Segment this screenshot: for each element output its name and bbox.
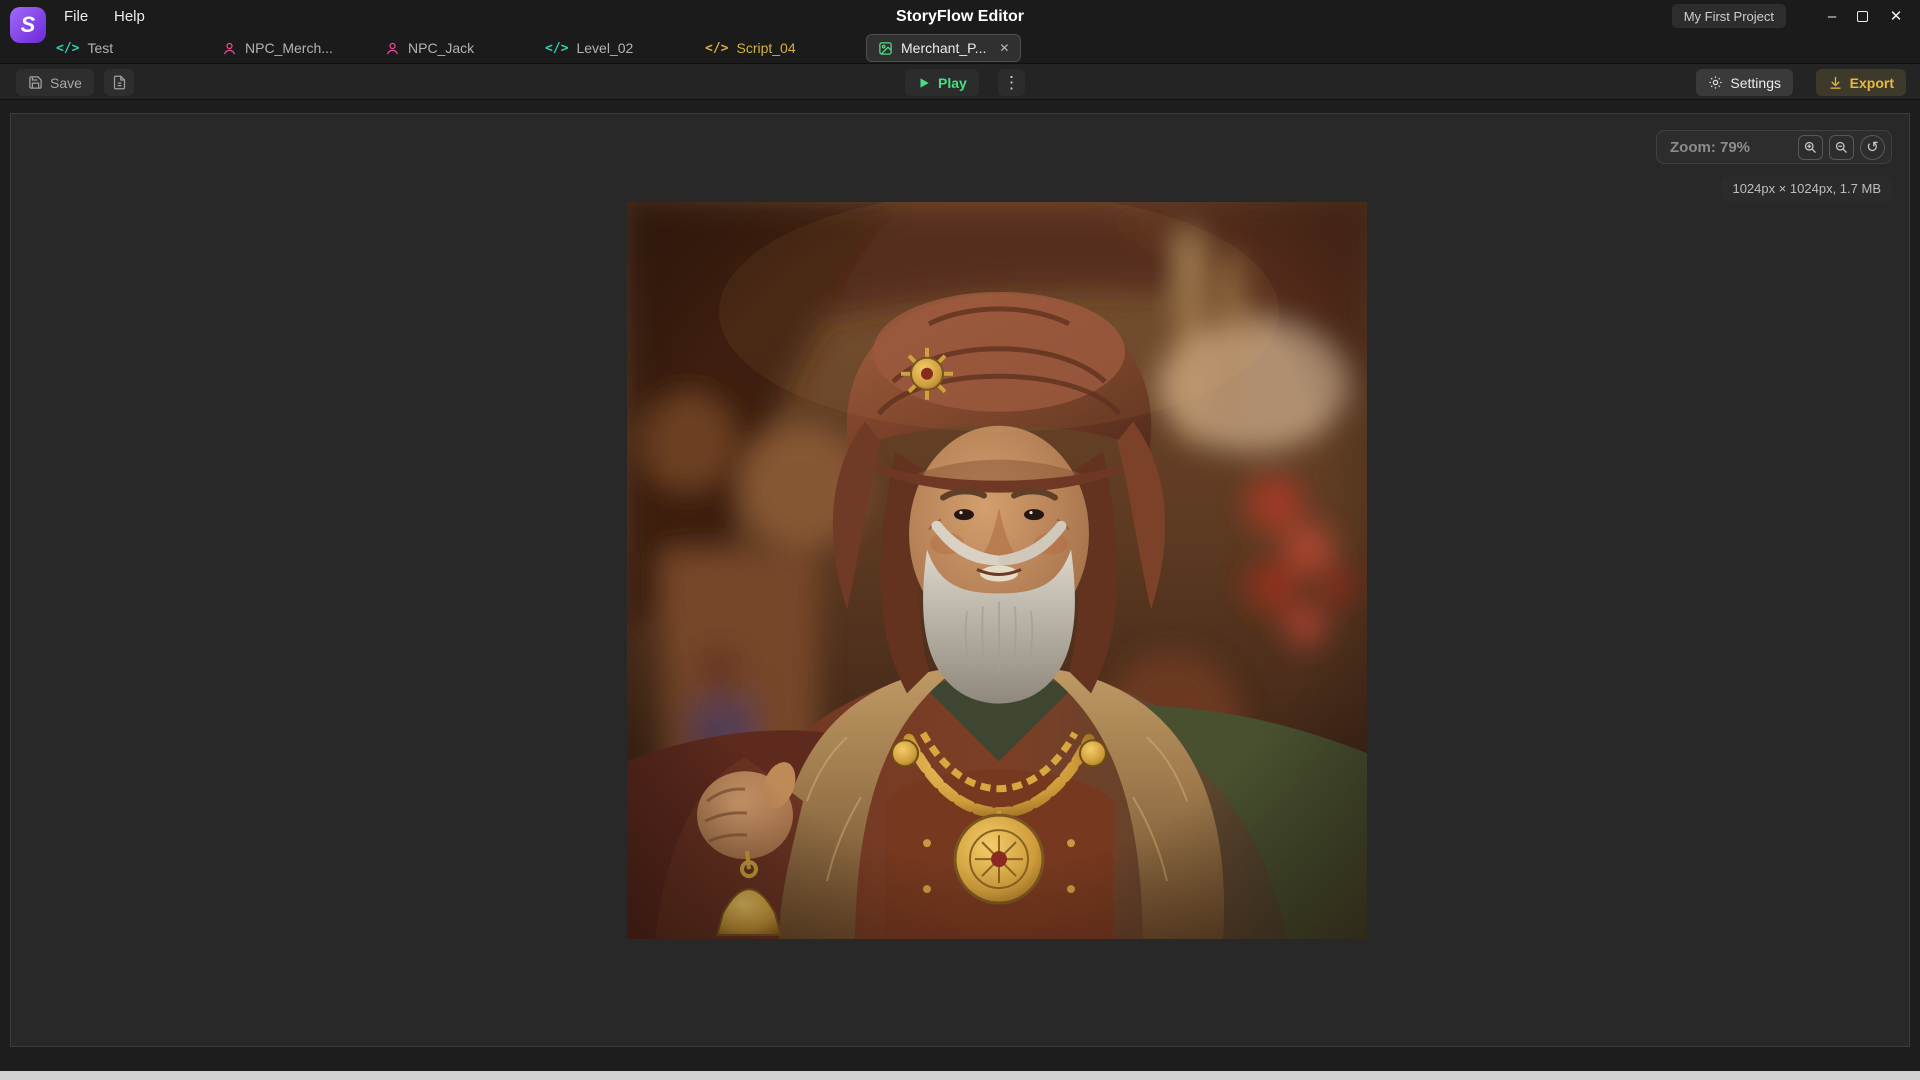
document-button[interactable] [104,69,134,96]
tab-bar: </> Test NPC_Merch... NPC_Jack </> Level… [0,33,1920,63]
menu-file[interactable]: File [58,0,94,33]
kebab-menu-icon: ⋮ [1003,73,1020,93]
tab-test[interactable]: </> Test [56,34,113,62]
npc-person-icon [385,41,400,56]
npc-person-icon [222,41,237,56]
app-window: S File Help StoryFlow Editor My First Pr… [0,0,1920,1080]
menu-file-label: File [64,8,88,25]
code-icon: </> [545,41,568,56]
minimize-icon: – [1828,8,1836,25]
tab-label: Script_04 [736,40,795,56]
play-button[interactable]: Play [905,69,979,96]
play-icon [917,76,931,90]
download-icon [1828,75,1843,90]
zoom-in-button[interactable] [1798,135,1823,160]
play-label: Play [938,75,967,91]
save-label: Save [50,75,82,91]
save-button[interactable]: Save [16,69,94,96]
tab-merchant-portrait-active[interactable]: Merchant_P... ✕ [866,34,1021,62]
settings-label: Settings [1730,75,1781,91]
tab-label: Test [87,40,113,56]
horizontal-scrollbar[interactable] [0,1071,1920,1080]
maximize-icon [1857,11,1868,22]
menu-help[interactable]: Help [108,0,151,33]
tab-label: Merchant_P... [901,40,986,56]
script-code-icon: </> [705,41,728,56]
tab-npc-jack[interactable]: NPC_Jack [385,34,474,62]
image-icon [878,41,893,56]
tab-script-04[interactable]: </> Script_04 [705,34,796,62]
image-info-badge: 1024px × 1024px, 1.7 MB [1721,176,1892,201]
zoom-reset-button[interactable]: ↺ [1860,135,1885,160]
close-window-button[interactable]: ✕ [1882,1,1910,31]
project-badge: My First Project [1672,4,1786,28]
toolbar: Save Play ⋮ Set [0,63,1920,100]
menu-help-label: Help [114,8,145,25]
app-logo: S [10,7,46,43]
zoom-out-button[interactable] [1829,135,1854,160]
tab-label: NPC_Jack [408,40,474,56]
minimize-button[interactable]: – [1818,1,1846,31]
reset-icon: ↺ [1866,138,1879,156]
tab-label: Level_02 [576,40,633,56]
zoom-level-label: Zoom: 79% [1670,139,1792,156]
merchant-portrait-image [627,202,1367,939]
image-canvas[interactable]: Zoom: 79% ↺ 1024px [10,113,1910,1047]
app-title: StoryFlow Editor [0,0,1920,33]
maximize-button[interactable] [1848,1,1876,31]
code-icon: </> [56,41,79,56]
close-tab-icon[interactable]: ✕ [999,41,1009,55]
zoom-out-icon [1834,140,1849,155]
workspace: Zoom: 79% ↺ 1024px [0,100,1920,1080]
tab-level-02[interactable]: </> Level_02 [545,34,633,62]
gear-icon [1708,75,1723,90]
zoom-in-icon [1803,140,1818,155]
more-options-button[interactable]: ⋮ [998,69,1025,96]
export-button[interactable]: Export [1816,69,1906,96]
save-floppy-icon [28,75,43,90]
tab-npc-merchant[interactable]: NPC_Merch... [222,34,333,62]
close-window-icon: ✕ [1890,7,1903,25]
settings-button[interactable]: Settings [1696,69,1793,96]
title-bar: S File Help StoryFlow Editor My First Pr… [0,0,1920,33]
zoom-controls: Zoom: 79% ↺ [1656,130,1892,164]
export-label: Export [1850,75,1894,91]
logo-letter: S [21,12,36,38]
tab-label: NPC_Merch... [245,40,333,56]
document-icon [112,75,127,90]
